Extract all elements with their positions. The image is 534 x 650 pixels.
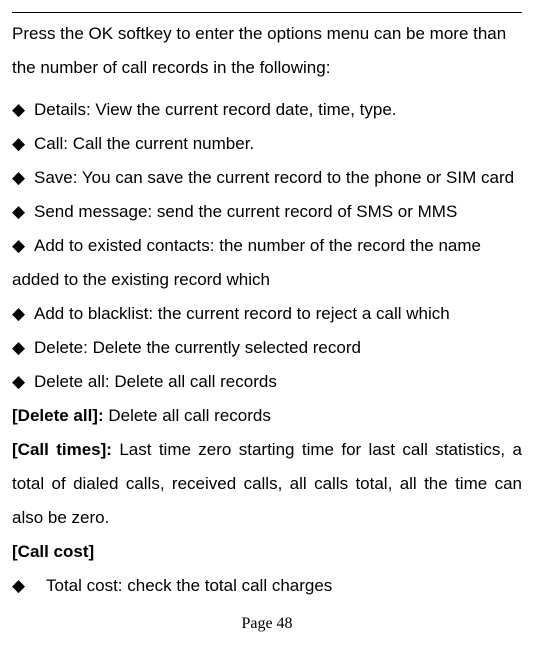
- section-label: [Call times]:: [12, 440, 119, 459]
- delete-all-section: [Delete all]: Delete all call records: [12, 399, 522, 433]
- list-item-text: Call: Call the current number.: [34, 127, 522, 161]
- list-item-text: Add to blacklist: the current record to …: [34, 297, 522, 331]
- list-item-text: Total cost: check the total call charges: [46, 569, 522, 603]
- diamond-icon: ◆: [12, 195, 34, 229]
- option-list: ◆ Details: View the current record date,…: [12, 93, 522, 399]
- list-item-text: Save: You can save the current record to…: [34, 168, 514, 187]
- diamond-icon: ◆: [12, 297, 34, 331]
- diamond-icon: ◆: [12, 229, 34, 263]
- page-number: Page 48: [0, 616, 534, 632]
- diamond-icon: ◆: [12, 161, 34, 195]
- diamond-icon: ◆: [12, 93, 34, 127]
- section-label: [Call cost]: [12, 542, 94, 561]
- diamond-icon: ◆: [12, 365, 34, 399]
- list-item: ◆ Add to blacklist: the current record t…: [12, 297, 522, 331]
- list-item: ◆ Delete all: Delete all call records: [12, 365, 522, 399]
- list-item: ◆ Details: View the current record date,…: [12, 93, 522, 127]
- call-cost-section: [Call cost]: [12, 535, 522, 569]
- list-item-text: Details: View the current record date, t…: [34, 93, 522, 127]
- diamond-icon: ◆: [12, 331, 34, 365]
- horizontal-rule: [12, 12, 522, 13]
- list-item: ◆Add to existed contacts: the number of …: [12, 229, 522, 297]
- list-item: ◆ Send message: send the current record …: [12, 195, 522, 229]
- list-item: ◆ Delete: Delete the currently selected …: [12, 331, 522, 365]
- list-item-text: Delete: Delete the currently selected re…: [34, 331, 522, 365]
- list-item: ◆ Total cost: check the total call charg…: [12, 569, 522, 603]
- diamond-icon: ◆: [12, 127, 34, 161]
- diamond-icon: ◆: [12, 569, 46, 603]
- list-item: ◆Save: You can save the current record t…: [12, 161, 522, 195]
- page: Press the OK softkey to enter the option…: [0, 0, 534, 650]
- list-item-text: Delete all: Delete all call records: [34, 365, 522, 399]
- list-item-text: Add to existed contacts: the number of t…: [12, 236, 481, 289]
- intro-paragraph: Press the OK softkey to enter the option…: [12, 17, 522, 85]
- list-item-text: Send message: send the current record of…: [34, 195, 522, 229]
- section-text: Delete all call records: [108, 406, 271, 425]
- list-item: ◆ Call: Call the current number.: [12, 127, 522, 161]
- call-times-section: [Call times]: Last time zero starting ti…: [12, 433, 522, 535]
- section-label: [Delete all]:: [12, 406, 108, 425]
